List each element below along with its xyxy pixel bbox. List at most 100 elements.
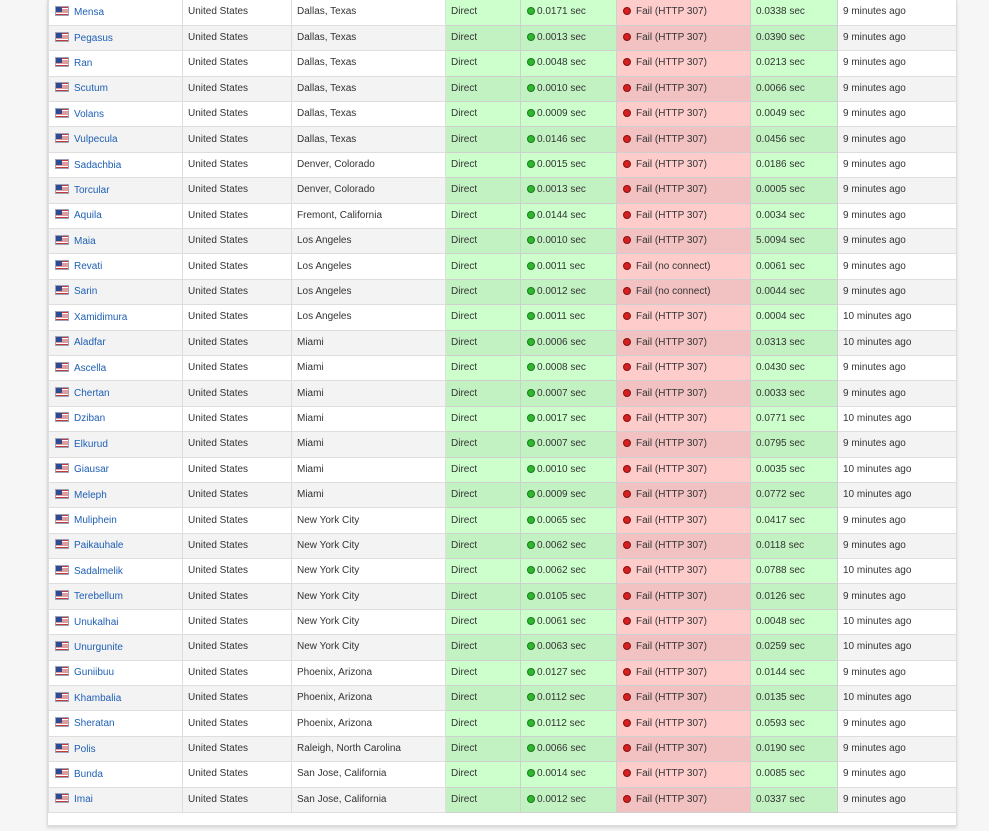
last-checked-cell: 10 minutes ago [837, 685, 957, 712]
server-name-link[interactable]: Sadachbia [74, 160, 121, 171]
table-row: Vulpecula United States Dallas, Texas Di… [48, 126, 957, 153]
dns-time-cell: 0.0788 sec [750, 558, 838, 585]
country-cell: United States [182, 202, 292, 230]
server-name-link[interactable]: Sadalmelik [74, 566, 123, 577]
ping-value: 0.0011 sec [537, 311, 586, 323]
country-cell: United States [182, 177, 292, 204]
us-flag-icon [55, 361, 69, 372]
green-status-dot-icon [527, 693, 535, 702]
ping-cell: 0.0013 sec [520, 177, 617, 204]
red-status-dot-icon [623, 515, 631, 524]
server-name-link[interactable]: Aquila [74, 210, 102, 221]
dns-time-cell: 0.0049 sec [750, 101, 838, 128]
server-name-link[interactable]: Aladfar [74, 337, 106, 348]
server-name-cell: Maia [48, 228, 183, 255]
server-name-link[interactable]: Dziban [74, 413, 105, 424]
server-name-link[interactable]: Revati [74, 261, 102, 272]
server-name-link[interactable]: Unurgunite [74, 642, 123, 653]
city-cell: Fremont, California [291, 202, 446, 230]
city-cell: Dallas, Texas [291, 50, 446, 77]
https-status: Fail (HTTP 307) [636, 362, 707, 374]
server-name-link[interactable]: Pegasus [74, 33, 113, 44]
server-name-link[interactable]: Terebellum [74, 591, 123, 602]
green-status-dot-icon [527, 718, 535, 727]
red-status-dot-icon [623, 769, 631, 778]
server-name-link[interactable]: Muliphein [74, 515, 117, 526]
ping-cell: 0.0048 sec [520, 50, 617, 77]
server-name-link[interactable]: Xamidimura [74, 312, 127, 323]
table-row: Aladfar United States Miami Direct 0.000… [48, 329, 957, 356]
ping-value: 0.0009 sec [537, 108, 586, 120]
server-name-link[interactable]: Vulpecula [74, 134, 118, 145]
country-cell: United States [182, 151, 292, 179]
server-name-link[interactable]: Giausar [74, 464, 109, 475]
table-row: Guniibuu United States Phoenix, Arizona … [48, 659, 957, 687]
us-flag-icon [55, 310, 69, 321]
server-name-link[interactable]: Polis [74, 744, 96, 755]
server-name-link[interactable]: Paikauhale [74, 540, 123, 551]
ping-cell: 0.0008 sec [520, 354, 617, 382]
connection-type-cell: Direct [445, 685, 521, 712]
country-cell: United States [182, 710, 292, 737]
server-name-link[interactable]: Elkurud [74, 439, 108, 450]
dns-time-cell: 0.0456 sec [750, 126, 838, 153]
country-cell: United States [182, 228, 292, 255]
server-name-link[interactable]: Khambalia [74, 693, 121, 704]
last-checked-cell: 9 minutes ago [837, 583, 957, 610]
dns-time-cell: 0.0337 sec [750, 786, 838, 814]
red-status-dot-icon [623, 794, 631, 803]
server-name-link[interactable]: Bunda [74, 769, 103, 780]
country-cell: United States [182, 354, 292, 382]
dns-time-cell: 0.0144 sec [750, 659, 838, 687]
city-cell: Phoenix, Arizona [291, 710, 446, 737]
server-name-link[interactable]: Torcular [74, 185, 110, 196]
server-name-link[interactable]: Ascella [74, 363, 106, 374]
connection-type-cell: Direct [445, 710, 521, 737]
server-name-link[interactable]: Mensa [74, 7, 104, 18]
server-name-link[interactable]: Volans [74, 109, 104, 120]
us-flag-icon [55, 640, 69, 651]
server-name-link[interactable]: Meleph [74, 490, 107, 501]
server-name-link[interactable]: Unukalhai [74, 617, 118, 628]
server-name-link[interactable]: Guniibuu [74, 667, 114, 678]
server-name-link[interactable]: Maia [74, 236, 96, 247]
connection-type-cell: Direct [445, 304, 521, 331]
us-flag-icon [55, 437, 69, 448]
server-name-link[interactable]: Scutum [74, 83, 108, 94]
us-flag-icon [55, 336, 69, 347]
server-name-link[interactable]: Sarin [74, 286, 97, 297]
server-name-link[interactable]: Imai [74, 794, 93, 805]
country-cell: United States [182, 507, 292, 534]
server-name-cell: Pegasus [48, 24, 183, 52]
us-flag-icon [55, 615, 69, 626]
https-check-cell: Fail (HTTP 307) [616, 481, 751, 509]
green-status-dot-icon [527, 210, 535, 219]
ping-cell: 0.0010 sec [520, 456, 617, 483]
ping-value: 0.0017 sec [537, 412, 586, 424]
https-check-cell: Fail (HTTP 307) [616, 431, 751, 458]
server-name-cell: Elkurud [48, 431, 183, 458]
red-status-dot-icon [623, 718, 631, 727]
red-status-dot-icon [623, 693, 631, 702]
ping-value: 0.0007 sec [537, 438, 586, 450]
https-status: Fail (HTTP 307) [636, 641, 707, 653]
ping-value: 0.0146 sec [537, 133, 586, 145]
last-checked-cell: 9 minutes ago [837, 532, 957, 560]
ping-value: 0.0010 sec [537, 82, 586, 94]
connection-type-cell: Direct [445, 380, 521, 407]
server-name-link[interactable]: Chertan [74, 388, 110, 399]
city-cell: Miami [291, 329, 446, 356]
https-check-cell: Fail (HTTP 307) [616, 659, 751, 687]
table-row: Dziban United States Miami Direct 0.0017… [48, 405, 957, 433]
server-name-link[interactable]: Sheratan [74, 718, 115, 729]
green-status-dot-icon [527, 794, 535, 803]
https-check-cell: Fail (HTTP 307) [616, 456, 751, 483]
country-cell: United States [182, 481, 292, 509]
connection-type-cell: Direct [445, 431, 521, 458]
server-name-link[interactable]: Ran [74, 58, 92, 69]
server-name-cell: Guniibuu [48, 659, 183, 687]
ping-cell: 0.0127 sec [520, 659, 617, 687]
connection-type-cell: Direct [445, 0, 521, 26]
ping-cell: 0.0006 sec [520, 329, 617, 356]
dns-time-cell: 0.0417 sec [750, 507, 838, 534]
